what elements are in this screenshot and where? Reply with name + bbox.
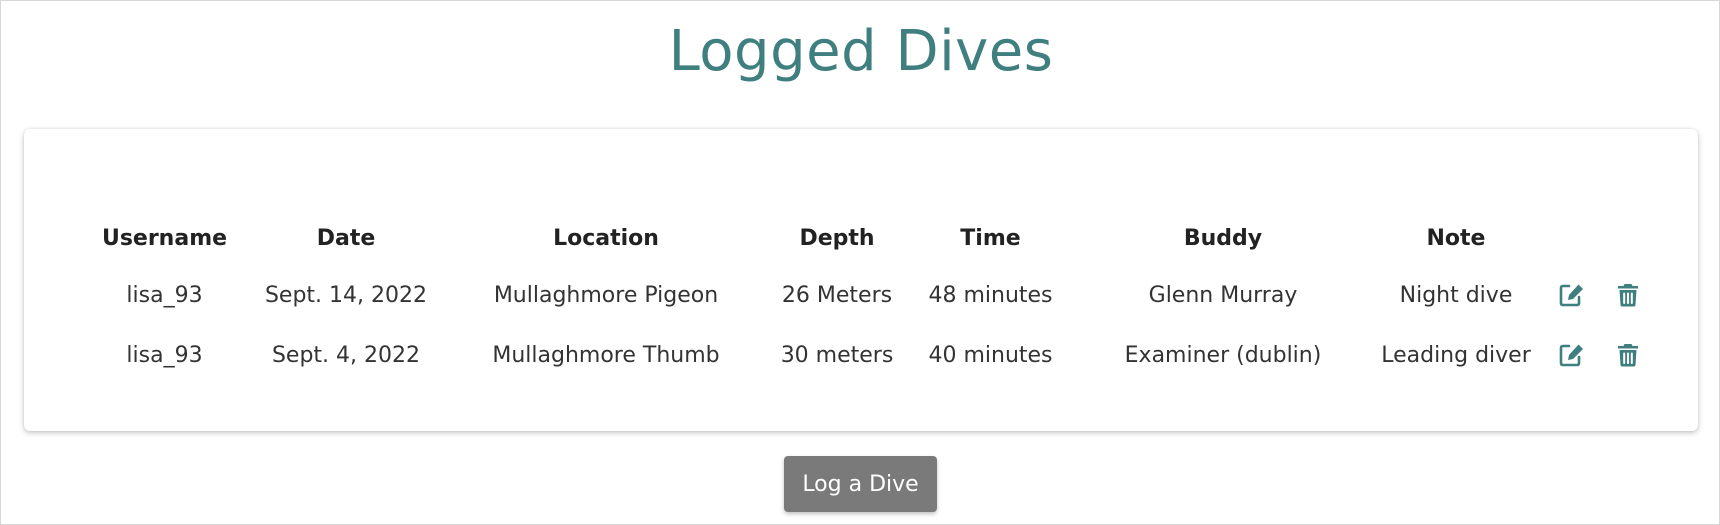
cell-depth: 30 meters <box>780 342 894 368</box>
table-body: lisa_93 Sept. 14, 2022 Mullaghmore Pigeo… <box>78 265 1656 385</box>
delete-button[interactable] <box>1612 339 1644 371</box>
log-dive-button[interactable]: Log a Dive <box>784 456 937 512</box>
cell-username: lisa_93 <box>126 342 203 368</box>
trash-icon <box>1618 284 1638 307</box>
cell-time: 40 minutes <box>928 342 1053 368</box>
header-delete-spacer <box>1600 211 1656 265</box>
dives-card: Username Date Location Depth Time Buddy … <box>24 129 1698 431</box>
table-row: lisa_93 Sept. 14, 2022 Mullaghmore Pigeo… <box>78 265 1656 325</box>
dives-table: Username Date Location Depth Time Buddy … <box>78 211 1656 385</box>
cell-time: 48 minutes <box>928 282 1053 308</box>
header-row: Username Date Location Depth Time Buddy … <box>78 211 1656 265</box>
cell-date: Sept. 14, 2022 <box>264 282 428 308</box>
header-location: Location <box>553 225 659 251</box>
delete-button[interactable] <box>1612 279 1644 311</box>
table-row: lisa_93 Sept. 4, 2022 Mullaghmore Thumb … <box>78 325 1656 385</box>
edit-icon <box>1559 344 1583 367</box>
header-date: Date <box>316 225 376 251</box>
page-title: Logged Dives <box>668 19 1054 84</box>
cell-date: Sept. 4, 2022 <box>271 342 421 368</box>
header-username: Username <box>101 225 228 251</box>
cell-note: Night dive <box>1399 282 1513 308</box>
cell-edit <box>1544 325 1600 385</box>
header-time: Time <box>960 225 1021 251</box>
edit-icon <box>1559 284 1583 307</box>
cell-buddy: Glenn Murray <box>1148 282 1298 308</box>
header-note: Note <box>1426 225 1486 251</box>
edit-button[interactable] <box>1556 339 1588 371</box>
cell-username: lisa_93 <box>126 282 203 308</box>
cell-note: Leading diver <box>1381 342 1531 368</box>
table-header: Username Date Location Depth Time Buddy … <box>78 211 1656 265</box>
cell-delete <box>1600 265 1656 325</box>
cell-edit <box>1544 265 1600 325</box>
header-edit-spacer <box>1544 211 1600 265</box>
cell-location: Mullaghmore Thumb <box>492 342 720 368</box>
trash-icon <box>1618 344 1638 367</box>
cell-depth: 26 Meters <box>781 282 893 308</box>
cell-delete <box>1600 325 1656 385</box>
cell-buddy: Examiner (dublin) <box>1124 342 1322 368</box>
edit-button[interactable] <box>1556 279 1588 311</box>
cell-location: Mullaghmore Pigeon <box>493 282 719 308</box>
header-depth: Depth <box>799 225 875 251</box>
header-buddy: Buddy <box>1183 225 1263 251</box>
